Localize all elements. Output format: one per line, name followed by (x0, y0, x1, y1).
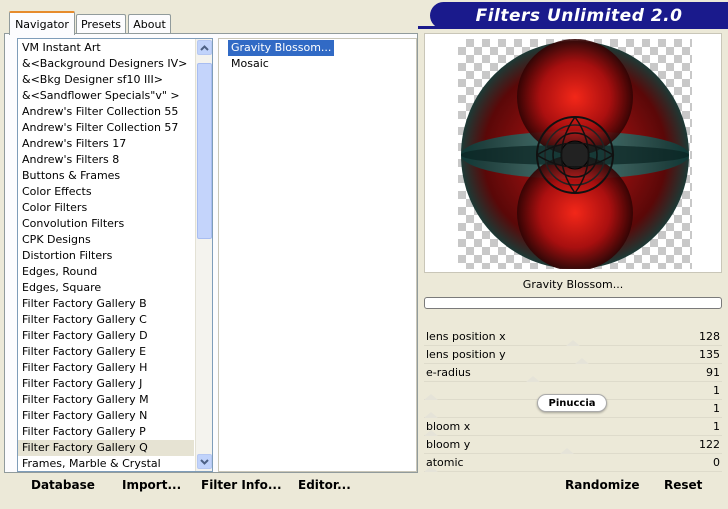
transparency-checkerboard (458, 39, 692, 271)
category-item[interactable]: Filter Factory Gallery D (18, 328, 194, 344)
category-item[interactable]: Andrew's Filters 17 (18, 136, 194, 152)
scroll-down-button[interactable] (197, 454, 212, 469)
category-list[interactable]: VM Instant Art &<Background Designers IV>… (17, 38, 213, 472)
category-item[interactable]: VM Instant Art (18, 40, 194, 56)
category-item[interactable]: Color Effects (18, 184, 194, 200)
param-row[interactable]: bloom x1 (424, 418, 722, 436)
param-row[interactable]: e-radius 91 (424, 364, 722, 382)
param-row[interactable]: bloom y 122 (424, 436, 722, 454)
tab-about[interactable]: About (128, 14, 171, 34)
randomize-button[interactable]: Randomize (565, 478, 639, 492)
scroll-up-button[interactable] (197, 40, 212, 55)
category-item[interactable]: Andrew's Filter Collection 55 (18, 104, 194, 120)
bottom-toolbar-right: Randomize Reset (424, 474, 722, 498)
category-item[interactable]: Andrew's Filter Collection 57 (18, 120, 194, 136)
category-item[interactable]: Edges, Round (18, 264, 194, 280)
category-item[interactable]: Filter Factory Gallery N (18, 408, 194, 424)
category-item[interactable]: Filter Factory Gallery P (18, 424, 194, 440)
param-row[interactable]: atomic 0 (424, 454, 722, 472)
category-item[interactable]: Frames, Marble & Crystal (18, 456, 194, 471)
param-value: 128 (699, 330, 720, 343)
filter-list-item[interactable]: Gravity Blossom... (228, 40, 416, 56)
progress-bar (424, 297, 722, 309)
reset-button[interactable]: Reset (664, 478, 702, 492)
param-value: 0 (713, 456, 720, 469)
param-value: 1 (713, 384, 720, 397)
param-value: 135 (699, 348, 720, 361)
param-value: 1 (713, 420, 720, 433)
category-item[interactable]: Edges, Square (18, 280, 194, 296)
preview-area (424, 33, 722, 273)
category-item[interactable]: &<Bkg Designer sf10 III> (18, 72, 194, 88)
app-title-banner: Filters Unlimited 2.0 (430, 2, 728, 29)
category-item[interactable]: Andrew's Filters 8 (18, 152, 194, 168)
filter-item-mosaic[interactable]: Mosaic (228, 56, 416, 72)
scroll-thumb[interactable] (197, 63, 212, 239)
category-item[interactable]: Convolution Filters (18, 216, 194, 232)
param-value: 91 (706, 366, 720, 379)
param-label: lens position y (426, 348, 506, 361)
preview-filter-name: Gravity Blossom... (424, 273, 722, 295)
database-button[interactable]: Database (31, 478, 95, 492)
param-label: bloom y (426, 438, 471, 451)
category-item[interactable]: Distortion Filters (18, 248, 194, 264)
category-item[interactable]: Filter Factory Gallery M (18, 392, 194, 408)
category-item[interactable]: Filter Factory Gallery E (18, 344, 194, 360)
category-item[interactable]: CPK Designs (18, 232, 194, 248)
param-value: 1 (713, 402, 720, 415)
filter-item-gravity-blossom[interactable]: Gravity Blossom... (228, 40, 335, 56)
category-item[interactable]: &<Sandflower Specials"v" > (18, 88, 194, 104)
editor-button[interactable]: Editor... (298, 478, 351, 492)
param-row[interactable]: lens position x 128 (424, 328, 722, 346)
import-button[interactable]: Import... (122, 478, 181, 492)
category-item[interactable]: Filter Factory Gallery Q (18, 440, 194, 456)
filter-list[interactable]: Gravity Blossom... Mosaic (218, 38, 417, 472)
param-row[interactable]: lens position y 135 (424, 346, 722, 364)
filter-preview-image (461, 39, 689, 271)
category-item[interactable]: Filter Factory Gallery J (18, 376, 194, 392)
chevron-up-icon (200, 44, 209, 51)
category-scrollbar[interactable] (195, 39, 212, 471)
category-item[interactable]: Buttons & Frames (18, 168, 194, 184)
param-value: 122 (699, 438, 720, 451)
category-item[interactable]: Color Filters (18, 200, 194, 216)
filter-info-button[interactable]: Filter Info... (201, 478, 282, 492)
tab-navigator[interactable]: Navigator (9, 11, 75, 35)
bottom-toolbar-left: Database Import... Filter Info... Editor… (4, 474, 418, 498)
category-item[interactable]: Filter Factory Gallery B (18, 296, 194, 312)
watermark-badge: Pinuccia (537, 394, 607, 412)
category-item[interactable]: &<Background Designers IV> (18, 56, 194, 72)
category-item[interactable]: Filter Factory Gallery C (18, 312, 194, 328)
chevron-down-icon (200, 458, 209, 465)
category-item[interactable]: Filter Factory Gallery H (18, 360, 194, 376)
param-label: lens position x (426, 330, 506, 343)
tab-presets[interactable]: Presets (76, 14, 126, 34)
param-label: e-radius (426, 366, 471, 379)
slider-thumb[interactable] (424, 466, 438, 472)
